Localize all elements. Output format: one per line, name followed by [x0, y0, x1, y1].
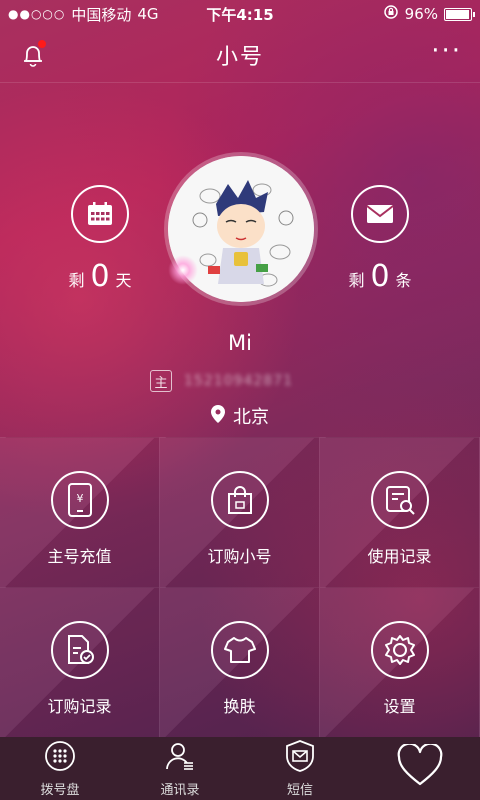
grid-label: 设置 [383, 697, 416, 716]
tab-bar: 拨号盘 通讯录 短信 [0, 737, 480, 800]
battery-percent: 96% [404, 5, 438, 23]
grid-label: 订购小号 [207, 547, 272, 566]
status-left: ●●○○○ 中国移动 4G [8, 4, 159, 25]
phone-number: 15210942871 [184, 373, 293, 389]
order-record-icon [50, 621, 109, 679]
profile-section: 剩 0 天 剩 0 条 Mi 主 15210942871 北京 [0, 83, 480, 437]
message-icon [285, 739, 315, 776]
grid-item-order-record[interactable]: 订购记录 [0, 587, 160, 737]
days-value: 0 [90, 259, 110, 294]
days-prefix: 剩 [68, 271, 85, 290]
page-title: 小号 [215, 45, 264, 70]
status-right: 96% [383, 4, 475, 24]
heart-icon [397, 742, 443, 790]
tshirt-icon [210, 621, 269, 679]
tab-contacts[interactable]: 通讯录 [120, 737, 240, 800]
recharge-icon: ¥ [50, 471, 109, 529]
calendar-icon [71, 185, 129, 243]
notification-dot [38, 40, 46, 48]
location-row: 北京 [0, 403, 480, 429]
tab-favorites[interactable] [360, 737, 480, 800]
carrier-label: 中国移动 [71, 5, 132, 24]
rotation-lock-icon [383, 4, 399, 24]
grid-item-recharge[interactable]: ¥ 主号充值 [0, 437, 160, 587]
user-name: Mi [228, 331, 252, 355]
usage-record-icon [370, 471, 429, 529]
grid-item-settings[interactable]: 设置 [320, 587, 480, 737]
nav-bar: 小号 ··· [0, 28, 480, 82]
grid-label: 换肤 [223, 697, 256, 716]
sms-text: 剩 0 条 [325, 259, 435, 294]
sms-unit: 条 [395, 271, 412, 290]
bell-icon[interactable] [18, 40, 48, 70]
function-grid: ¥ 主号充值 订购小号 使用记录 订购记录 换肤 设置 [0, 437, 480, 737]
signal-icon: ●●○○○ [8, 7, 66, 21]
grid-label: 订购记录 [47, 697, 112, 716]
days-unit: 天 [115, 271, 132, 290]
tab-label: 拨号盘 [40, 782, 80, 798]
phone-row: 主 15210942871 [150, 370, 293, 392]
days-text: 剩 0 天 [45, 259, 155, 294]
sms-stat[interactable]: 剩 0 条 [325, 185, 435, 294]
tab-label: 短信 [286, 782, 313, 798]
sms-prefix: 剩 [348, 271, 365, 290]
grid-label: 主号充值 [47, 547, 112, 566]
sms-value: 0 [370, 259, 390, 294]
dialpad-icon [44, 740, 76, 776]
svg-text:¥: ¥ [76, 492, 83, 505]
envelope-icon [351, 185, 409, 243]
grid-item-usage-record[interactable]: 使用记录 [320, 437, 480, 587]
contacts-icon [164, 740, 196, 776]
grid-item-order-number[interactable]: 订购小号 [160, 437, 320, 587]
grid-label: 使用记录 [367, 547, 432, 566]
more-icon[interactable]: ··· [431, 38, 462, 64]
main-number-badge: 主 [150, 370, 172, 392]
sparkle-decoration [168, 255, 198, 285]
location-pin-icon [211, 404, 225, 428]
battery-icon [444, 7, 475, 21]
status-bar: ●●○○○ 中国移动 4G 下午4:15 96% [0, 0, 480, 28]
tab-dialpad[interactable]: 拨号盘 [0, 737, 120, 800]
gear-icon [370, 621, 429, 679]
location-label: 北京 [233, 407, 269, 428]
network-label: 4G [137, 5, 159, 23]
shopping-bag-icon [210, 471, 269, 529]
tab-label: 通讯录 [160, 782, 200, 798]
days-stat[interactable]: 剩 0 天 [45, 185, 155, 294]
tab-messages[interactable]: 短信 [240, 737, 360, 800]
grid-item-skin[interactable]: 换肤 [160, 587, 320, 737]
